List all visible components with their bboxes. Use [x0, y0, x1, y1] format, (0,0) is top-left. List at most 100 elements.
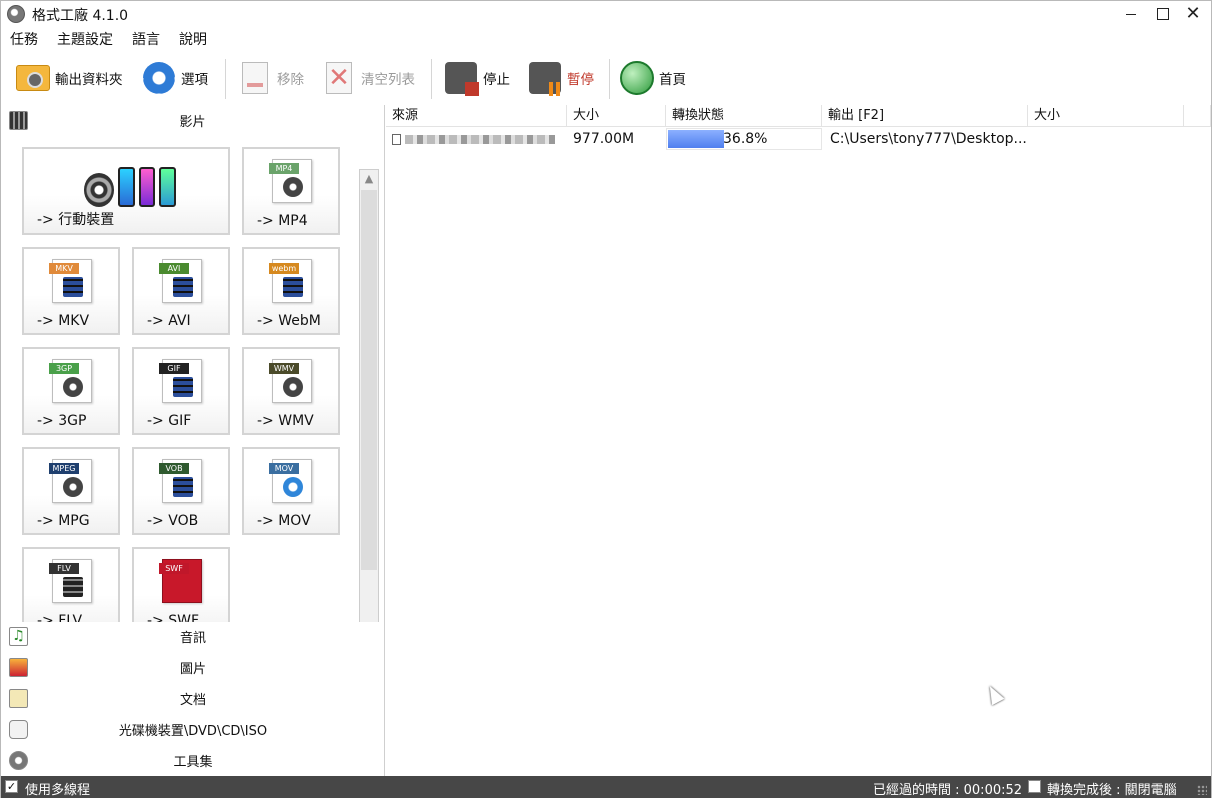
pause-icon [529, 62, 563, 96]
folder-icon [16, 65, 50, 91]
progress-fill [668, 130, 724, 148]
mpg-file-icon: MPEG [49, 459, 92, 503]
home-label: 首頁 [659, 72, 686, 88]
section-audio[interactable]: ♫ 音訊 [1, 621, 385, 652]
menu-task[interactable]: 任務 [10, 29, 48, 51]
wmv-file-icon: WMV [269, 359, 312, 403]
blurred-filename [405, 134, 555, 144]
tile-webm[interactable]: webm -> WebM [242, 247, 340, 335]
3gp-file-icon: 3GP [49, 359, 92, 403]
tile-flv[interactable]: FLV -> FLV [22, 547, 120, 622]
file-icon [392, 133, 401, 145]
stop-button[interactable]: 停止 [443, 57, 510, 99]
category-panel: 影片 -> 行動裝置 MP4 -> MP4 MKV -> MKV AVI -> … [1, 105, 385, 776]
vob-file-icon: VOB [159, 459, 202, 503]
elapsed-time: 已經過的時間 : 00:00:52 [873, 783, 1023, 798]
column-filler [1184, 105, 1211, 126]
after-done-label: 轉換完成後 : 關閉電腦 [1047, 783, 1177, 798]
output-folder-button[interactable]: 輸出資料夾 [15, 57, 123, 99]
output-folder-label: 輸出資料夾 [55, 72, 123, 88]
section-video[interactable]: 影片 [1, 105, 384, 136]
close-button[interactable]: ✕ [1176, 1, 1210, 27]
column-output-size[interactable]: 大小 [1028, 105, 1184, 126]
app-window: 格式工廠 4.1.0 ✕ 任務 主題設定 語言 說明 輸出資料夾 選項 移除 ✕… [0, 0, 1212, 798]
toolbar-divider [609, 59, 610, 99]
mov-file-icon: MOV [269, 459, 312, 503]
size-cell: 977.00M [573, 131, 635, 147]
remove-button[interactable]: 移除 [237, 57, 304, 99]
format-grid-scrollbar[interactable]: ▲ ▼ [359, 169, 379, 622]
tile-mov[interactable]: MOV -> MOV [242, 447, 340, 535]
options-label: 選項 [181, 72, 208, 88]
section-tools-label: 工具集 [173, 755, 213, 770]
toolbar-divider [225, 59, 226, 99]
options-button[interactable]: 選項 [141, 57, 208, 99]
menu-bar: 任務 主題設定 語言 說明 [1, 29, 217, 51]
film-icon [9, 111, 28, 130]
tile-label: -> MKV [37, 313, 90, 329]
music-note-icon: ♫ [9, 627, 28, 646]
table-row[interactable]: 977.00M 36.8% C:\Users\tony777\Desktop..… [386, 127, 1211, 151]
tile-wmv[interactable]: WMV -> WMV [242, 347, 340, 435]
clear-list-label: 清空列表 [361, 72, 415, 88]
menu-help[interactable]: 說明 [179, 29, 217, 51]
remove-file-icon [242, 62, 268, 94]
pause-button[interactable]: 暫停 [527, 57, 594, 99]
output-path-cell: C:\Users\tony777\Desktop... [830, 131, 1027, 147]
section-video-label: 影片 [179, 115, 206, 130]
title-bar: 格式工廠 4.1.0 ✕ [1, 1, 1211, 27]
progress-percent: 36.8% [723, 131, 768, 147]
scroll-up-arrow-icon[interactable]: ▲ [360, 170, 378, 188]
tile-avi[interactable]: AVI -> AVI [132, 247, 230, 335]
document-icon [9, 689, 28, 708]
tile-swf[interactable]: SWF -> SWF [132, 547, 230, 622]
multithread-label: 使用多線程 [25, 783, 91, 798]
scroll-thumb[interactable] [361, 190, 377, 570]
tile-mp4[interactable]: MP4 -> MP4 [242, 147, 340, 235]
status-bar: ✓ 使用多線程 已經過的時間 : 00:00:52 轉換完成後 : 關閉電腦 [1, 776, 1211, 798]
column-size[interactable]: 大小 [567, 105, 666, 126]
tile-mpg[interactable]: MPEG -> MPG [22, 447, 120, 535]
home-globe-icon [620, 61, 654, 95]
tile-mkv[interactable]: MKV -> MKV [22, 247, 120, 335]
app-logo-icon [7, 5, 25, 23]
section-disc-label: 光碟機裝置\DVD\CD\ISO [118, 724, 268, 739]
tile-3gp[interactable]: 3GP -> 3GP [22, 347, 120, 435]
tile-gif[interactable]: GIF -> GIF [132, 347, 230, 435]
mobile-devices-icon [84, 159, 177, 207]
tile-label: -> WebM [257, 313, 321, 329]
column-status[interactable]: 轉換狀態 [666, 105, 822, 126]
menu-theme[interactable]: 主題設定 [57, 29, 123, 51]
multithread-checkbox[interactable]: ✓ [5, 780, 18, 793]
column-output[interactable]: 輸出 [F2] [822, 105, 1028, 126]
source-cell [386, 127, 567, 151]
minimize-button[interactable] [1114, 1, 1148, 27]
close-icon: ✕ [1185, 3, 1201, 24]
menu-language[interactable]: 語言 [132, 29, 170, 51]
section-document[interactable]: 文档 [1, 683, 385, 714]
tile-vob[interactable]: VOB -> VOB [132, 447, 230, 535]
task-list: 來源 大小 轉換狀態 輸出 [F2] 大小 977.00M 36.8% C:\U… [386, 105, 1211, 776]
other-sections: ♫ 音訊 圖片 文档 光碟機裝置\DVD\CD\ISO 工具集 [1, 621, 385, 776]
swf-flash-icon: SWF [159, 559, 202, 603]
task-list-header: 來源 大小 轉換狀態 輸出 [F2] 大小 [386, 105, 1211, 127]
section-image[interactable]: 圖片 [1, 652, 385, 683]
video-format-grid: -> 行動裝置 MP4 -> MP4 MKV -> MKV AVI -> AVI… [1, 136, 385, 622]
tile-mobile[interactable]: -> 行動裝置 [22, 147, 230, 235]
section-disc[interactable]: 光碟機裝置\DVD\CD\ISO [1, 714, 385, 745]
toolbar: 輸出資料夾 選項 移除 ✕ 清空列表 停止 暫停 首頁 [1, 55, 1211, 101]
tile-label: -> GIF [147, 413, 192, 429]
pause-label: 暫停 [567, 72, 594, 88]
avi-file-icon: AVI [159, 259, 202, 303]
column-source[interactable]: 來源 [386, 105, 567, 126]
home-button[interactable]: 首頁 [619, 57, 686, 99]
clear-list-button[interactable]: ✕ 清空列表 [321, 57, 415, 99]
section-tools[interactable]: 工具集 [1, 745, 385, 776]
section-image-label: 圖片 [179, 662, 206, 677]
tile-label: -> MP4 [257, 213, 308, 229]
after-done-checkbox[interactable] [1028, 780, 1041, 793]
resize-grip-icon[interactable] [1197, 785, 1207, 795]
window-title: 格式工廠 4.1.0 [32, 8, 129, 24]
maximize-button[interactable] [1146, 1, 1180, 27]
remove-label: 移除 [277, 72, 304, 88]
